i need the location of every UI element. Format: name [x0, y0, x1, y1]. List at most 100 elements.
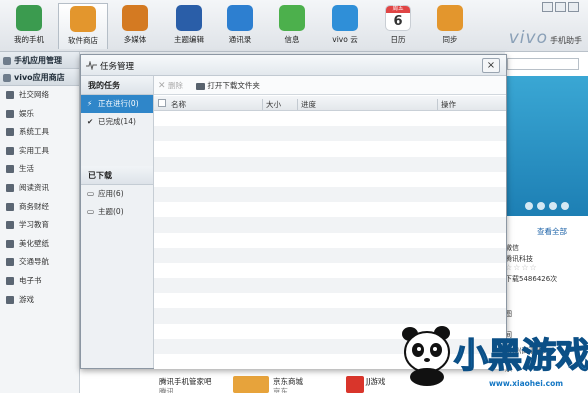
utility-icon: [6, 146, 14, 155]
app-name: 微信: [505, 244, 519, 252]
calendar-day: 6: [393, 14, 403, 29]
dollar-icon: [6, 202, 14, 211]
site-watermark: 小黑游戏 www.xiaohei.com: [394, 320, 588, 393]
magic-wand-icon: [176, 5, 202, 31]
table-row: [154, 293, 506, 309]
table-row: [154, 156, 506, 172]
themes-item[interactable]: ▭ 主题(0): [81, 203, 153, 221]
phone-manage-icon: [3, 56, 11, 65]
tab-label: 日历: [390, 35, 406, 44]
apps-item[interactable]: ▭ 应用(6): [81, 185, 153, 203]
checkmark-icon: ✔: [87, 117, 94, 126]
multimedia-icon: [122, 5, 148, 31]
tab-theme-editor[interactable]: 主题编辑: [164, 3, 214, 49]
tab-vivo-cloud[interactable]: vivo 云: [320, 3, 370, 49]
category-item[interactable]: 系统工具: [0, 123, 79, 142]
tab-sync[interactable]: 同步: [425, 3, 475, 49]
window-controls: [540, 2, 584, 14]
category-item[interactable]: 游戏: [0, 291, 79, 310]
ebook-icon: [6, 276, 14, 285]
carousel-dot[interactable]: [536, 202, 545, 210]
close-button[interactable]: ×: [482, 58, 500, 73]
delete-button[interactable]: ✕ 删除: [158, 80, 183, 91]
view-all-link[interactable]: 查看全部: [537, 226, 567, 237]
category-item[interactable]: 阅读资讯: [0, 179, 79, 198]
category-label: 电子书: [19, 275, 42, 285]
category-label: 美化壁纸: [19, 238, 49, 248]
tab-contacts[interactable]: 通讯录: [215, 3, 265, 49]
phone-icon: [16, 5, 42, 31]
search-input[interactable]: [507, 58, 579, 70]
tab-label: 软件商店: [68, 36, 98, 45]
task-toolbar: ✕ 删除 打开下载文件夹: [154, 76, 506, 95]
category-item[interactable]: 娱乐: [0, 105, 79, 124]
cart-icon: [6, 165, 14, 174]
jd-logo-icon: [233, 376, 269, 393]
rating-stars: ☆☆☆☆: [505, 263, 538, 272]
category-item[interactable]: 商务财经: [0, 198, 79, 217]
close-window-button[interactable]: [568, 2, 579, 12]
app-manager-label: 手机应用管理: [14, 56, 62, 65]
dialog-title: 任务管理: [100, 62, 135, 72]
category-item[interactable]: 生活: [0, 160, 79, 179]
table-row: [154, 171, 506, 187]
column-size[interactable]: 大小: [262, 99, 281, 110]
carousel-dot[interactable]: [560, 202, 569, 210]
top-toolbar: 我的手机 软件商店 多媒体 主题编辑 通讯录 信息 vivo 云 周五 6 日历…: [0, 0, 588, 52]
task-table-header: 名称 大小 进度 操作: [154, 96, 506, 111]
app-publisher: 腾讯: [159, 387, 174, 393]
table-row: [154, 247, 506, 263]
calendar-icon: 周五 6: [385, 5, 411, 31]
category-label: 交通导航: [19, 257, 49, 267]
app-name[interactable]: JJ游戏: [366, 376, 385, 387]
monitor-icon: ▭: [87, 189, 95, 198]
vivo-store-header[interactable]: vivo应用商店: [0, 69, 79, 86]
category-item[interactable]: 美化壁纸: [0, 235, 79, 254]
category-item[interactable]: 学习教育: [0, 216, 79, 235]
folder-icon: [196, 82, 205, 90]
tools-icon: [6, 128, 14, 137]
my-tasks-header: 我的任务: [81, 76, 153, 95]
brand-name: vivo: [508, 28, 548, 48]
education-icon: [6, 221, 14, 230]
category-label: 生活: [19, 164, 34, 174]
minimize-button[interactable]: [555, 2, 566, 12]
category-label: 游戏: [19, 294, 34, 304]
category-item[interactable]: 社交网络: [0, 86, 79, 105]
table-row: [154, 278, 506, 294]
open-folder-label: 打开下载文件夹: [207, 81, 260, 90]
select-all-checkbox[interactable]: [158, 99, 166, 107]
navigation-icon: [6, 258, 14, 267]
category-item[interactable]: 实用工具: [0, 142, 79, 161]
column-progress[interactable]: 进度: [297, 99, 316, 110]
tab-messages[interactable]: 信息: [267, 3, 317, 49]
menu-button[interactable]: [542, 2, 553, 12]
book-icon: [6, 183, 14, 192]
carousel-dot[interactable]: [548, 202, 557, 210]
column-name[interactable]: 名称: [171, 99, 186, 110]
brand-logo: vivo 手机助手: [509, 28, 582, 48]
app-manager-header[interactable]: 手机应用管理: [0, 52, 79, 69]
category-item[interactable]: 电子书: [0, 272, 79, 291]
tab-label: 信息: [284, 35, 300, 44]
tab-calendar[interactable]: 周五 6 日历: [373, 3, 423, 49]
category-label: 商务财经: [19, 201, 49, 211]
category-item[interactable]: 交通导航: [0, 253, 79, 272]
delete-label: 删除: [167, 81, 183, 90]
monitor-icon: ▭: [87, 207, 95, 216]
download-count: 下载5486426次: [505, 275, 558, 283]
completed-item[interactable]: ✔ 已完成(14): [81, 113, 153, 131]
tab-multimedia[interactable]: 多媒体: [110, 3, 160, 49]
tab-software-store[interactable]: 软件商店: [58, 3, 108, 49]
in-progress-item[interactable]: ⚡ 正在进行(0): [81, 95, 153, 113]
carousel-dot[interactable]: [524, 202, 533, 210]
banner-carousel[interactable]: [505, 76, 588, 216]
tab-label: 同步: [442, 35, 458, 44]
vivo-store-label: vivo应用商店: [14, 73, 65, 82]
completed-label: 已完成(14): [98, 117, 136, 126]
pulse-icon: [86, 61, 97, 70]
tab-my-phone[interactable]: 我的手机: [4, 3, 54, 49]
apps-label: 应用(6): [98, 189, 124, 198]
open-folder-button[interactable]: 打开下载文件夹: [196, 80, 260, 91]
column-action[interactable]: 操作: [437, 99, 456, 110]
